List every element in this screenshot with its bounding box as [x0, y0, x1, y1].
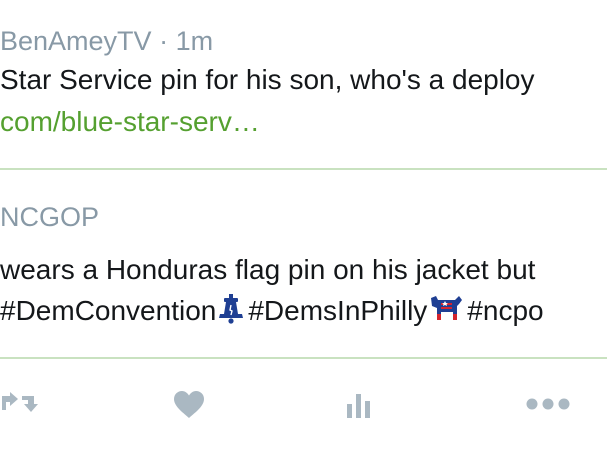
analytics-button[interactable]: [345, 392, 375, 420]
more-button[interactable]: [526, 395, 572, 413]
like-button[interactable]: [172, 390, 206, 420]
tweet2-text: wears a Honduras flag pin on his jacket …: [0, 254, 536, 285]
tweet2-handle[interactable]: NCGOP: [0, 202, 99, 233]
hashtag-ncpo[interactable]: #ncpo: [467, 295, 543, 326]
hashtag-demsinphilly[interactable]: #DemsInPhilly: [248, 295, 427, 326]
tweet1-time[interactable]: 1m: [176, 26, 214, 56]
like-icon: [174, 391, 204, 418]
democrat-donkey-icon: [429, 294, 463, 331]
tweet1-header: BenAmeyTV · 1m: [0, 26, 213, 57]
tweet-actions-divider: [0, 357, 607, 359]
tweet2-hashtags: #DemConvention #DemsInPhilly #ncpo: [0, 294, 544, 331]
tweet1-link[interactable]: com/blue-star-serv…: [0, 106, 260, 138]
liberty-bell-icon: [218, 294, 244, 331]
retweet-button[interactable]: [0, 388, 40, 418]
more-icon: [526, 398, 570, 410]
tweet1-text: Star Service pin for his son, who's a de…: [0, 64, 535, 95]
tweet1-handle[interactable]: BenAmeyTV: [0, 26, 152, 56]
hashtag-demconvention[interactable]: #DemConvention: [0, 295, 216, 326]
retweet-icon: [2, 392, 38, 412]
tweet-divider: [0, 168, 607, 170]
tweet1-separator: ·: [151, 26, 176, 56]
analytics-icon: [347, 394, 370, 418]
